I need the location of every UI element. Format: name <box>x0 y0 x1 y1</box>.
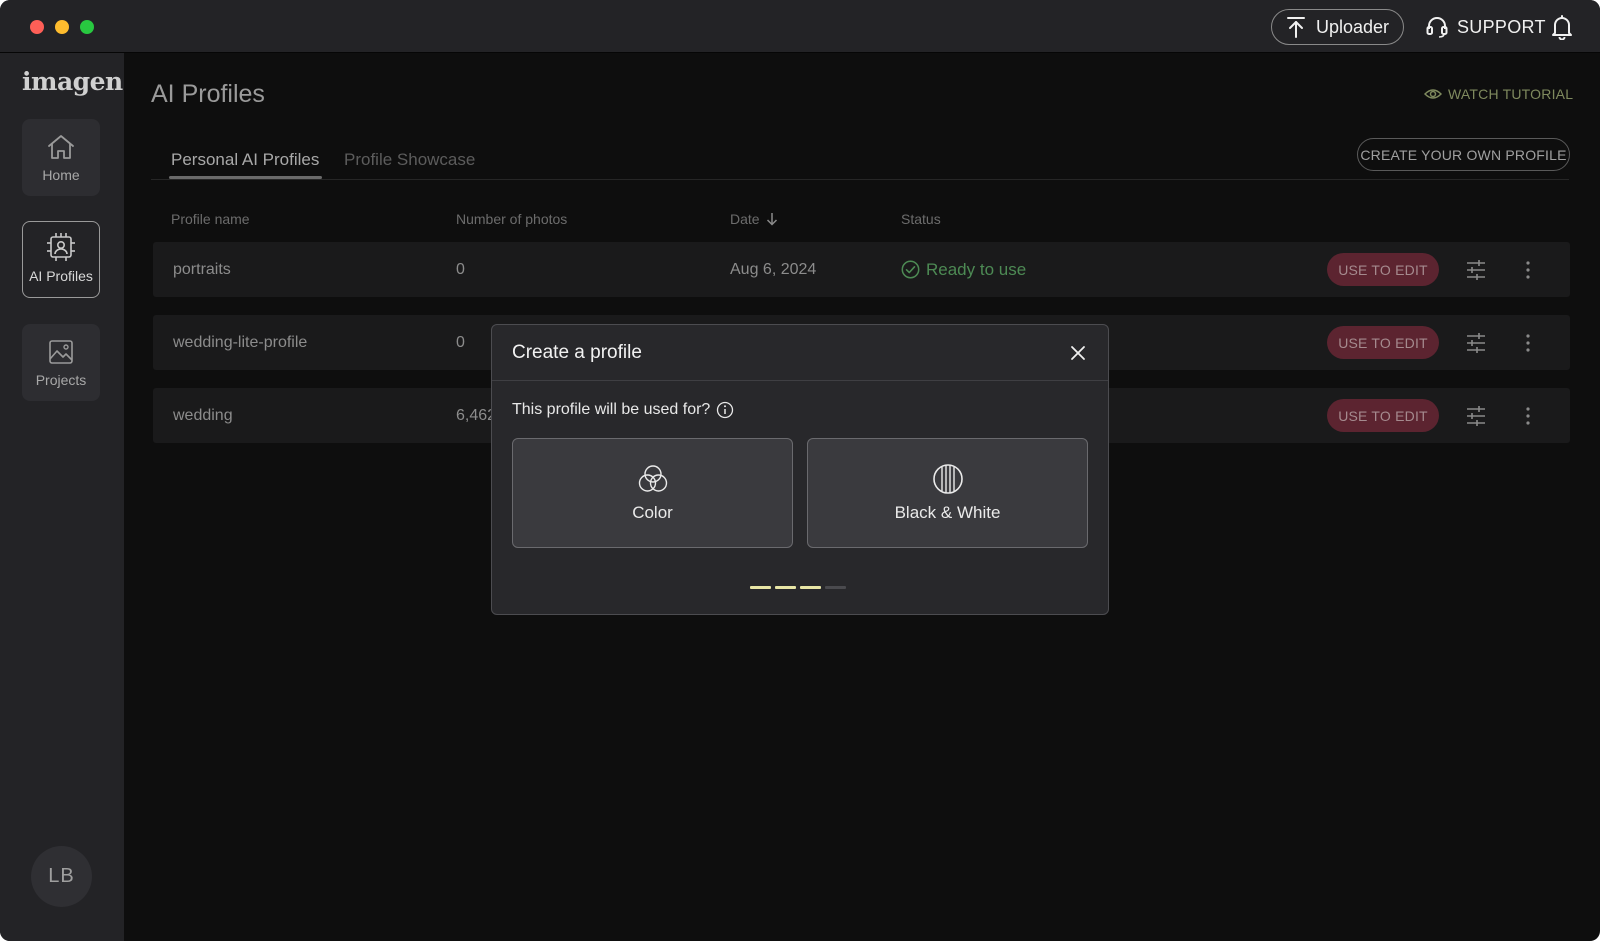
minimize-window-button[interactable] <box>55 20 69 34</box>
sidebar-item-label: AI Profiles <box>29 268 93 284</box>
sidebar-item-home[interactable]: Home <box>22 119 100 196</box>
color-option-button[interactable]: Color <box>512 438 793 548</box>
column-header-status[interactable]: Status <box>901 211 941 227</box>
progress-step <box>825 586 846 589</box>
imagen-logo: imagen <box>22 67 123 96</box>
table-row[interactable]: portraits 0 Aug 6, 2024 Ready to use USE… <box>153 242 1570 297</box>
arrow-down-icon <box>766 213 777 226</box>
notification-bell-icon[interactable] <box>1550 14 1574 40</box>
support-button[interactable]: SUPPORT <box>1425 11 1546 43</box>
check-circle-icon <box>901 260 920 279</box>
sliders-icon[interactable] <box>1466 405 1486 427</box>
sliders-icon[interactable] <box>1466 259 1486 281</box>
use-to-edit-button[interactable]: USE TO EDIT <box>1327 399 1439 432</box>
title-bar: Uploader SUPPORT <box>0 0 1600 53</box>
uploader-label: Uploader <box>1315 16 1390 37</box>
sliders-icon[interactable] <box>1466 332 1486 354</box>
bw-stripes-icon <box>932 464 963 494</box>
profile-name-cell: portraits <box>173 260 231 278</box>
active-tab-indicator <box>169 176 322 179</box>
watch-tutorial-label: WATCH TUTORIAL <box>1448 86 1574 102</box>
sidebar: imagen Home AI Profiles Projects LB <box>0 53 124 941</box>
support-label: SUPPORT <box>1457 16 1546 37</box>
watch-tutorial-link[interactable]: WATCH TUTORIAL <box>1424 86 1573 102</box>
dialog-title: Create a profile <box>512 342 642 363</box>
step-progress-indicator <box>750 586 846 589</box>
dialog-question: This profile will be used for? <box>512 401 734 419</box>
date-cell: Aug 6, 2024 <box>730 260 817 278</box>
more-options-icon[interactable] <box>1523 405 1533 427</box>
progress-step <box>800 586 821 589</box>
status-label: Ready to use <box>926 259 1027 279</box>
create-profile-dialog: Create a profile This profile will be us… <box>491 324 1109 615</box>
tab-profile-showcase[interactable]: Profile Showcase <box>344 150 475 170</box>
close-window-button[interactable] <box>30 20 44 34</box>
tabs-divider <box>151 179 1569 180</box>
upload-icon <box>1286 17 1305 38</box>
use-to-edit-button[interactable]: USE TO EDIT <box>1327 326 1439 359</box>
color-option-label: Color <box>632 503 673 522</box>
more-options-icon[interactable] <box>1523 259 1533 281</box>
sidebar-item-label: Home <box>42 167 80 183</box>
color-circles-icon <box>638 465 667 492</box>
page-title: AI Profiles <box>151 80 265 108</box>
sidebar-item-ai-profiles[interactable]: AI Profiles <box>22 221 100 298</box>
column-header-date[interactable]: Date <box>730 211 778 227</box>
column-header-date-label: Date <box>730 211 760 227</box>
progress-step <box>750 586 771 589</box>
ai-profile-icon <box>47 233 75 261</box>
use-to-edit-button[interactable]: USE TO EDIT <box>1327 253 1439 286</box>
column-header-profile-name[interactable]: Profile name <box>171 211 250 227</box>
sidebar-item-projects[interactable]: Projects <box>22 324 100 401</box>
dialog-question-text: This profile will be used for? <box>512 401 711 418</box>
dialog-header: Create a profile <box>492 325 1108 381</box>
column-header-number-of-photos[interactable]: Number of photos <box>456 211 567 227</box>
sidebar-item-label: Projects <box>35 372 87 388</box>
info-icon[interactable] <box>716 401 734 419</box>
close-icon[interactable] <box>1070 345 1086 361</box>
more-options-icon[interactable] <box>1523 332 1533 354</box>
profile-name-cell: wedding-lite-profile <box>173 333 308 351</box>
create-own-profile-button[interactable]: CREATE YOUR OWN PROFILE <box>1357 138 1570 171</box>
black-white-option-label: Black & White <box>894 503 1001 522</box>
home-icon <box>48 135 74 159</box>
progress-step <box>775 586 796 589</box>
headset-icon <box>1426 17 1448 38</box>
eye-icon <box>1424 89 1442 99</box>
profile-name-cell: wedding <box>173 406 233 424</box>
photos-count-cell: 0 <box>456 333 465 351</box>
zoom-window-button[interactable] <box>80 20 94 34</box>
tab-personal-ai-profiles[interactable]: Personal AI Profiles <box>171 150 319 170</box>
black-white-option-button[interactable]: Black & White <box>807 438 1088 548</box>
status-cell: Ready to use <box>901 242 1026 297</box>
uploader-button[interactable]: Uploader <box>1271 9 1404 45</box>
app-window: Uploader SUPPORT imagen Home AI Profiles… <box>0 0 1600 941</box>
avatar[interactable]: LB <box>31 846 92 907</box>
photos-count-cell: 0 <box>456 260 465 278</box>
projects-icon <box>49 340 73 364</box>
